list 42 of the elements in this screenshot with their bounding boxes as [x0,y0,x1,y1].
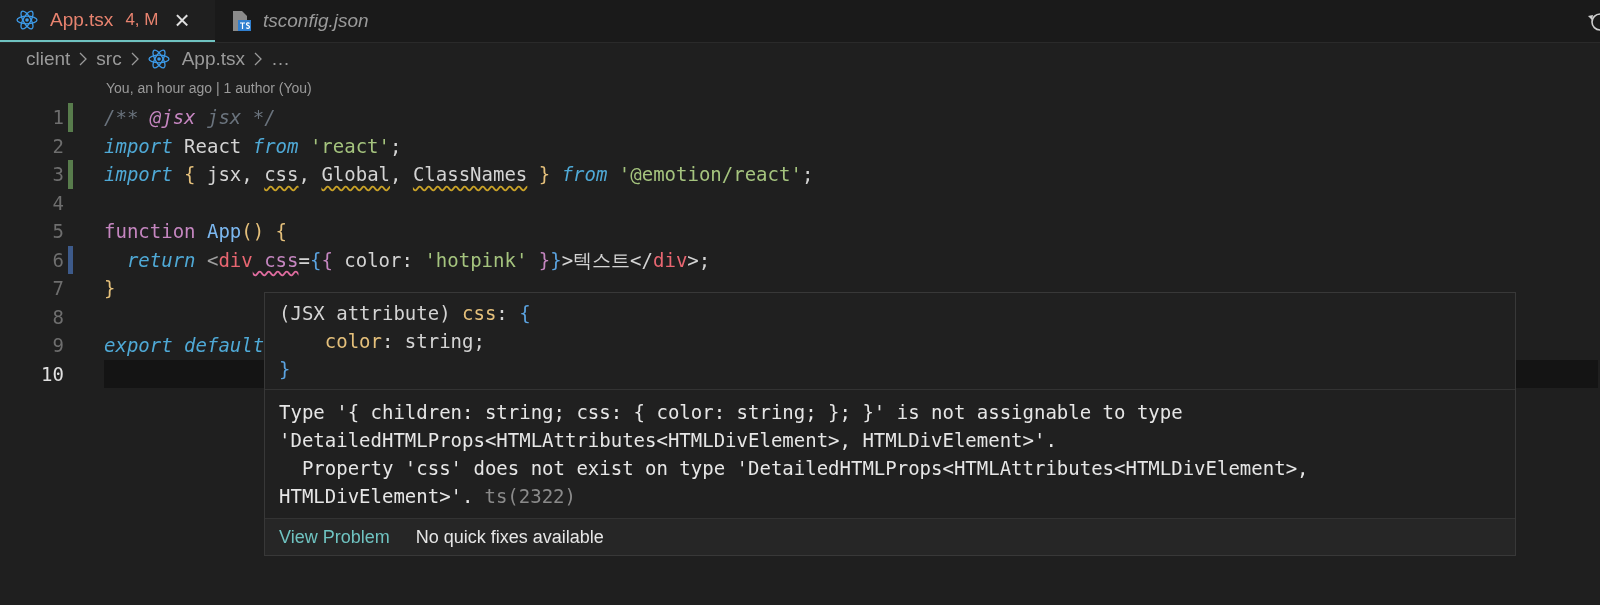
view-problem-link[interactable]: View Problem [279,523,390,551]
code-line: import { jsx, css, Global, ClassNames } from '@emotion/react'; [104,162,814,187]
chevron-right-icon [129,51,140,67]
error-message-line: HTMLDivElement>'. [279,483,474,509]
chevron-right-icon [78,51,89,67]
line-number: 3 [51,162,64,187]
codelens-text[interactable]: You, an hour ago | 1 author (You) [106,77,312,99]
code-line: function App() { [104,219,288,244]
type-signature-line: (JSX attribute) css: { [279,300,531,326]
error-source: ts(2322) [484,483,576,509]
line-number: 1 [51,105,64,130]
typescript-file-icon [231,10,251,32]
line-number: 8 [51,304,64,330]
error-message-line: Property 'css' does not exist on type 'DetailedHTMLProps<HTMLAttributes<HTMLDivElement>, [300,455,1309,481]
error-message-line: 'DetailedHTMLProps<HTMLAttributes<HTMLDivElement>, HTMLDivElement>'. [279,427,1057,453]
line-number: 10 [40,361,64,387]
line-number: 4 [51,190,64,216]
line-number: 2 [51,133,64,159]
editor-tab[interactable]: tsconfig.json [215,0,385,42]
atom-icon [16,10,38,30]
code-line: return <div css={{ color: 'hotpink' }}>텍스트</div>; [125,247,711,273]
type-signature-line: color: string; [323,328,485,354]
line-number: 5 [51,219,64,244]
atom-icon [147,49,170,69]
breadcrumb-item[interactable]: client [26,44,71,74]
line-number: 6 [51,247,64,273]
close-tab-button[interactable]: × [174,7,190,33]
breadcrumb-item[interactable]: … [271,44,291,74]
error-message-line: Type '{ children: string; css: { color: string; }; }' is not assignable to type [279,399,1183,425]
no-quick-fixes-text: No quick fixes available [415,525,604,549]
chevron-right-icon [253,51,264,67]
breadcrumb-item[interactable]: App.tsx [181,44,246,74]
code-line: import React from 'react'; [104,133,402,159]
editor-tab[interactable]: App.tsx 4, M × [0,0,215,42]
type-signature-line: } [279,356,291,382]
code-line: /** @jsx jsx */ [104,105,276,130]
breadcrumb-item[interactable]: src [96,44,122,74]
line-number: 9 [51,333,64,358]
code-line: export default [104,333,265,358]
revert-icon[interactable] [1586,10,1600,32]
code-line: } [104,276,116,301]
line-number: 7 [51,276,64,301]
